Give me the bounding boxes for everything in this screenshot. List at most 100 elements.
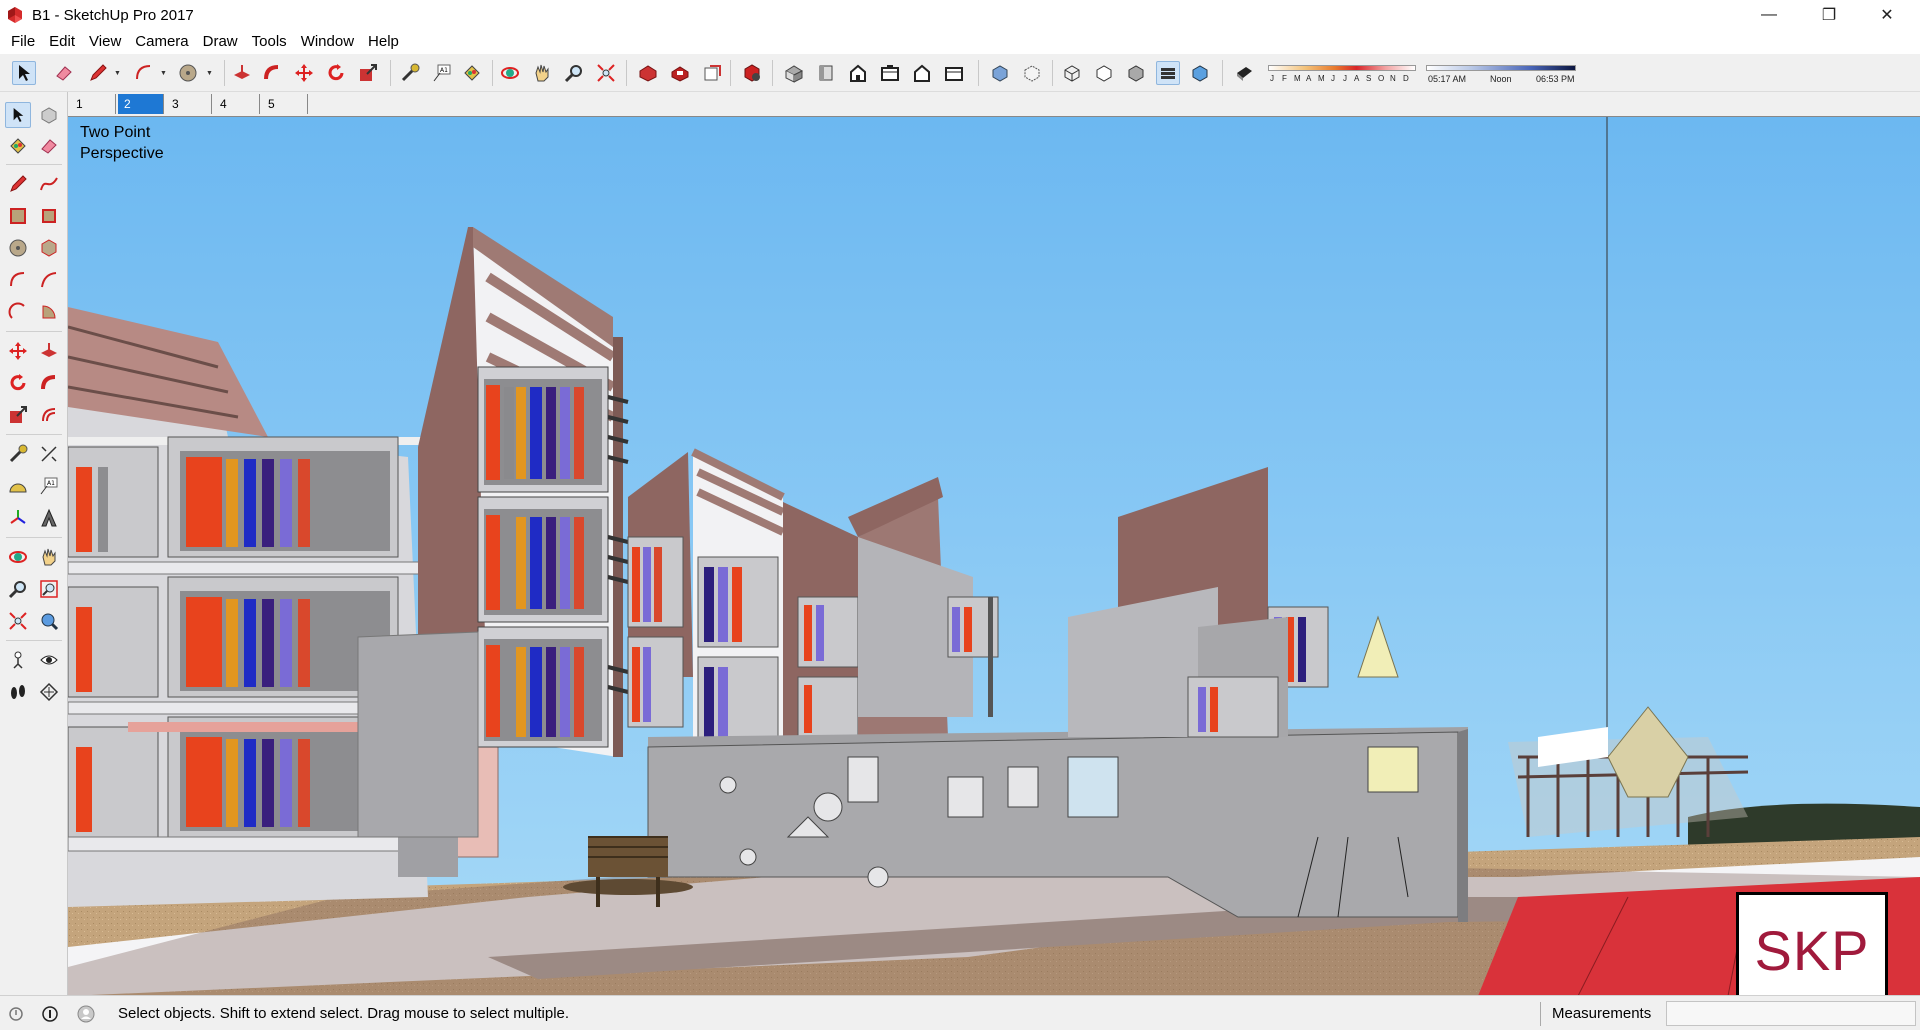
push-pull-icon[interactable] [36, 338, 62, 364]
chevron-down-icon[interactable]: ▼ [114, 70, 121, 77]
close-icon[interactable]: ✕ [1858, 0, 1916, 30]
scene-tab-2[interactable]: 2 [118, 94, 164, 114]
credits-icon[interactable] [40, 1004, 60, 1024]
push-pull-icon[interactable] [230, 61, 254, 85]
select-icon[interactable] [5, 102, 31, 128]
time-slider-track[interactable] [1426, 65, 1576, 71]
left-view-icon[interactable] [942, 61, 966, 85]
back-edges-icon[interactable] [1020, 61, 1044, 85]
text-icon[interactable]: A1 [36, 473, 62, 499]
hidden-line-icon[interactable] [1092, 61, 1116, 85]
extension-warehouse-icon[interactable] [668, 61, 692, 85]
follow-me-icon[interactable] [260, 61, 284, 85]
orbit-icon[interactable] [5, 544, 31, 570]
3d-text-icon[interactable] [36, 505, 62, 531]
menu-help[interactable]: Help [361, 30, 406, 54]
arc-icon[interactable] [5, 267, 31, 293]
three-point-arc-icon[interactable] [5, 299, 31, 325]
text-icon[interactable]: A1 [430, 61, 454, 85]
zoom-window-icon[interactable] [36, 576, 62, 602]
zoom-icon[interactable] [5, 576, 31, 602]
chevron-down-icon[interactable]: ▼ [206, 70, 213, 77]
minimize-icon[interactable]: — [1740, 0, 1798, 30]
shaded-icon[interactable] [1124, 61, 1148, 85]
monochrome-icon[interactable] [1188, 61, 1212, 85]
wireframe-icon[interactable] [1060, 61, 1084, 85]
user-account-icon[interactable] [76, 1004, 96, 1024]
zoom-icon[interactable] [562, 61, 586, 85]
make-component-icon[interactable] [36, 102, 62, 128]
rotate-icon[interactable] [324, 61, 348, 85]
select-icon[interactable] [12, 61, 36, 85]
chevron-down-icon[interactable]: ▼ [160, 70, 167, 77]
scene-tab-5[interactable]: 5 [262, 94, 308, 114]
axes-icon[interactable] [5, 505, 31, 531]
zoom-extents-icon[interactable] [594, 61, 618, 85]
pan-icon[interactable] [36, 544, 62, 570]
shadow-time-slider[interactable]: 05:17 AM Noon 06:53 PM [1426, 62, 1576, 84]
paint-bucket-icon[interactable] [5, 133, 31, 159]
rotate-icon[interactable] [5, 370, 31, 396]
menu-draw[interactable]: Draw [196, 30, 245, 54]
two-point-arc-icon[interactable] [36, 267, 62, 293]
polygon-icon[interactable] [36, 235, 62, 261]
iso-view-icon[interactable] [782, 61, 806, 85]
previous-view-icon[interactable] [36, 608, 62, 634]
rotated-rectangle-icon[interactable] [36, 203, 62, 229]
circle-icon[interactable] [5, 235, 31, 261]
layout-icon[interactable] [700, 61, 724, 85]
paint-bucket-icon[interactable] [460, 61, 484, 85]
offset-icon[interactable] [36, 402, 62, 428]
extension-manager-icon[interactable] [740, 61, 764, 85]
arc-icon[interactable] [132, 61, 156, 85]
back-view-icon[interactable] [910, 61, 934, 85]
menu-edit[interactable]: Edit [42, 30, 82, 54]
model-viewport[interactable]: Two Point Perspective [68, 116, 1920, 995]
menu-window[interactable]: Window [294, 30, 361, 54]
menu-view[interactable]: View [82, 30, 128, 54]
menu-tools[interactable]: Tools [245, 30, 294, 54]
follow-me-icon[interactable] [36, 370, 62, 396]
geolocation-icon[interactable] [6, 1004, 26, 1024]
shadows-icon[interactable] [1232, 61, 1256, 85]
tape-measure-icon[interactable] [5, 441, 31, 467]
menu-camera[interactable]: Camera [128, 30, 195, 54]
scene-tab-1[interactable]: 1 [70, 94, 116, 114]
section-plane-icon[interactable] [36, 679, 62, 705]
tape-measure-icon[interactable] [398, 61, 422, 85]
freehand-icon[interactable] [36, 171, 62, 197]
move-icon[interactable] [5, 338, 31, 364]
orbit-icon[interactable] [498, 61, 522, 85]
position-camera-icon[interactable] [5, 647, 31, 673]
month-slider-track[interactable] [1268, 65, 1416, 71]
eraser-icon[interactable] [52, 61, 76, 85]
right-view-icon[interactable] [878, 61, 902, 85]
dimension-icon[interactable] [36, 441, 62, 467]
zoom-extents-icon[interactable] [5, 608, 31, 634]
eraser-icon[interactable] [36, 133, 62, 159]
pie-icon[interactable] [36, 299, 62, 325]
top-view-icon[interactable] [814, 61, 838, 85]
look-around-icon[interactable] [36, 647, 62, 673]
shaded-textures-icon[interactable] [1156, 61, 1180, 85]
building-model-render[interactable] [68, 117, 1920, 995]
3d-warehouse-icon[interactable] [636, 61, 660, 85]
measurements-input[interactable] [1666, 1001, 1916, 1026]
restore-icon[interactable]: ❐ [1800, 0, 1858, 30]
rectangle-icon[interactable] [5, 203, 31, 229]
shadow-month-slider[interactable]: J F M A M J J A S O N D [1268, 62, 1416, 84]
line-icon[interactable] [5, 171, 31, 197]
menu-file[interactable]: File [4, 30, 42, 54]
scale-icon[interactable] [356, 61, 380, 85]
move-icon[interactable] [292, 61, 316, 85]
pan-icon[interactable] [530, 61, 554, 85]
walk-icon[interactable] [5, 679, 31, 705]
scene-tab-4[interactable]: 4 [214, 94, 260, 114]
protractor-icon[interactable] [5, 473, 31, 499]
scale-icon[interactable] [5, 402, 31, 428]
pencil-icon[interactable] [86, 61, 110, 85]
xray-icon[interactable] [988, 61, 1012, 85]
front-view-icon[interactable] [846, 61, 870, 85]
circle-icon[interactable] [176, 61, 200, 85]
scene-tab-3[interactable]: 3 [166, 94, 212, 114]
